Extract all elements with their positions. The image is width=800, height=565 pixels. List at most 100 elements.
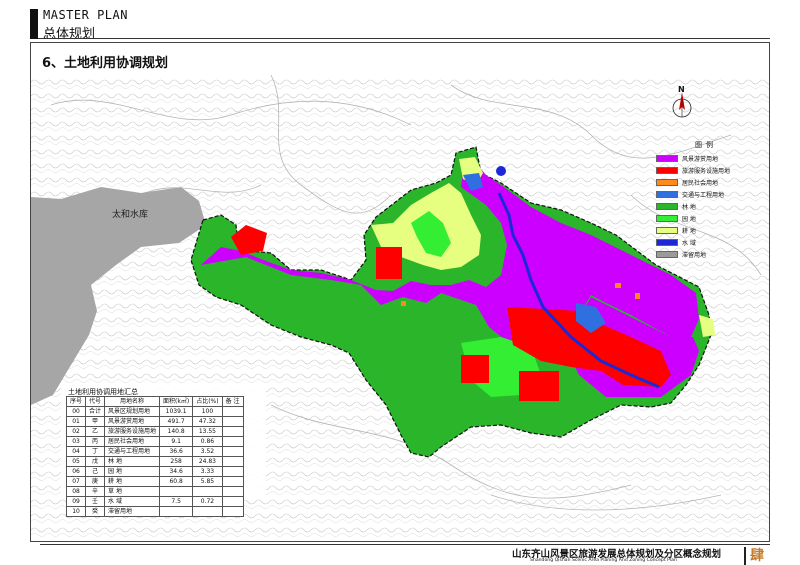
legend-swatch <box>656 202 678 210</box>
table-cell: 491.7 <box>159 416 194 427</box>
table-cell: 丁 <box>85 446 106 457</box>
table-cell <box>221 446 244 457</box>
table-cell: 0.72 <box>192 496 223 507</box>
table-header-cell: 序号 <box>65 396 87 407</box>
table-cell: 辛 <box>85 486 106 497</box>
legend-swatch <box>656 190 678 198</box>
table-header-cell: 面积(k㎡) <box>159 396 194 407</box>
legend-label: 旅游服务设施用地 <box>682 167 731 175</box>
legend-label: 水 域 <box>682 239 696 247</box>
map-legend: 图例 风景游赏用地 旅游服务设施用地 居民社会用地 交通与工程用地林 地园 地耕 地水… <box>656 140 756 260</box>
table-cell: 5.85 <box>192 476 223 487</box>
table-cell: 风景区规划用地 <box>104 406 161 417</box>
legend-item: 林 地 <box>656 200 756 212</box>
table-cell: 3.52 <box>192 446 223 457</box>
table-cell: 壬 <box>85 496 106 507</box>
table-cell: 36.6 <box>159 446 194 457</box>
table-header-cell: 代号 <box>85 396 106 407</box>
legend-label: 园 地 <box>682 215 696 223</box>
table-cell: 60.8 <box>159 476 194 487</box>
zone-residential-3 <box>401 301 406 306</box>
zone-residential-2 <box>635 293 640 299</box>
table-row: 07 庚耕 地 60.8 5.85 <box>65 476 244 487</box>
legend-label: 风景游赏用地 <box>682 155 719 163</box>
table-cell: 滞留用地 <box>104 506 161 517</box>
table-cell <box>221 426 244 437</box>
table-cell: 交通与工程用地 <box>104 446 161 457</box>
header-title-en: MASTER PLAN <box>43 8 128 22</box>
table-row: 06 己园 地 34.6 3.33 <box>65 466 244 477</box>
table-cell: 100 <box>192 406 223 417</box>
zone-service-4 <box>519 371 559 401</box>
table-cell <box>221 476 244 487</box>
legend-item: 风景游赏用地 <box>656 152 756 164</box>
table-row: 08 辛草 地 <box>65 486 244 497</box>
table-cell: 己 <box>85 466 106 477</box>
table-row: 03 丙居民社会用地 9.1 0.86 <box>65 436 244 447</box>
legend-swatch <box>656 214 678 222</box>
table-cell: 丙 <box>85 436 106 447</box>
land-use-table: 序号 代号 用地名称 面积(k㎡) 占比(%) 备 注 00 合计 风景区规划用地 1039.1… <box>65 396 244 517</box>
legend-item: 滞留用地 <box>656 248 756 260</box>
table-row: 04 丁交通与工程用地 36.6 3.52 <box>65 446 244 457</box>
north-label: N <box>678 85 685 94</box>
table-cell: 47.32 <box>192 416 223 427</box>
legend-swatch <box>656 154 678 162</box>
footer-bar <box>744 547 746 565</box>
table-cell: 水 域 <box>104 496 161 507</box>
legend-item: 居民社会用地 <box>656 176 756 188</box>
zone-service-1 <box>376 247 402 279</box>
legend-label: 居民社会用地 <box>682 179 719 187</box>
table-cell <box>221 416 244 427</box>
table-cell: 戊 <box>85 456 106 467</box>
table-cell: 庚 <box>85 476 106 487</box>
table-row: 02 乙旅游服务设施用地 140.8 13.55 <box>65 426 244 437</box>
legend-item: 旅游服务设施用地 <box>656 164 756 176</box>
legend-swatch <box>656 250 678 258</box>
table-cell: 合计 <box>85 406 106 417</box>
table-cell <box>192 486 223 497</box>
table-cell: 06 <box>65 466 87 477</box>
table-cell: 乙 <box>85 426 106 437</box>
footer-chapter-glyph: 肆 <box>750 548 764 564</box>
zone-service-3 <box>461 355 489 383</box>
table-cell: 风景游赏用地 <box>104 416 161 427</box>
table-cell <box>221 506 244 517</box>
table-cell: 140.8 <box>159 426 194 437</box>
table-cell <box>192 506 223 517</box>
table-cell: 0.86 <box>192 436 223 447</box>
table-cell: 13.55 <box>192 426 223 437</box>
table-header-cell: 占比(%) <box>192 396 223 407</box>
table-cell: 旅游服务设施用地 <box>104 426 161 437</box>
table-cell <box>221 406 244 417</box>
legend-item: 交通与工程用地 <box>656 188 756 200</box>
table-cell <box>221 486 244 497</box>
table-cell: 08 <box>65 486 87 497</box>
table-cell: 34.6 <box>159 466 194 477</box>
table-cell: 01 <box>65 416 87 427</box>
legend-swatch <box>656 226 678 234</box>
zone-residential-1 <box>615 283 621 288</box>
zone-water-pond <box>496 166 506 176</box>
table-cell: 03 <box>65 436 87 447</box>
table-row: 01 甲风景游赏用地 491.7 47.32 <box>65 416 244 427</box>
footer-rule <box>40 544 770 545</box>
legend-item: 水 域 <box>656 236 756 248</box>
table-cell: 09 <box>65 496 87 507</box>
table-cell: 3.33 <box>192 466 223 477</box>
legend-swatch <box>656 166 678 174</box>
table-cell: 00 <box>65 406 87 417</box>
table-cell: 林 地 <box>104 456 161 467</box>
table-header-cell: 备 注 <box>221 396 244 407</box>
table-row: 09 壬水 域 7.5 0.72 <box>65 496 244 507</box>
table-cell: 9.1 <box>159 436 194 447</box>
legend-swatch <box>656 178 678 186</box>
table-cell <box>159 486 194 497</box>
header-bar <box>30 9 38 39</box>
legend-label: 滞留用地 <box>682 251 707 259</box>
table-cell: 02 <box>65 426 87 437</box>
table-cell: 1039.1 <box>159 406 194 417</box>
table-cell: 耕 地 <box>104 476 161 487</box>
footer-title-en: Shandong Qishan Scenic Area Planing And … <box>530 558 677 563</box>
table-row: 00 合计 风景区规划用地 1039.1 100 <box>65 406 244 417</box>
